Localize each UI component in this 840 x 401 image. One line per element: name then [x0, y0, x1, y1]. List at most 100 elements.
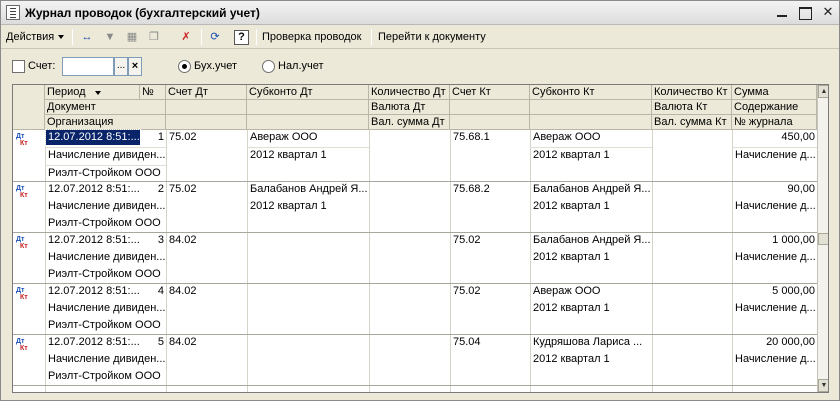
row-3-sub-kt-1[interactable]: Балабанов Андрей Я...: [531, 233, 652, 248]
row-5-sub-dt-2[interactable]: [248, 352, 369, 367]
header-cur-sum-kt[interactable]: Вал. сумма Кт: [652, 115, 732, 130]
row-5-sub-kt-1[interactable]: Кудряшова Лариса ...: [531, 335, 652, 350]
header-qty-kt[interactable]: Количество Кт: [652, 85, 732, 100]
row-1-period[interactable]: 12.07.2012 8:51:...: [45, 129, 141, 146]
radio-nal[interactable]: [262, 60, 275, 73]
row-2-period[interactable]: 12.07.2012 8:51:...: [46, 182, 140, 197]
row-2-acc-kt[interactable]: 75.68.2: [451, 182, 530, 197]
actions-menu-button[interactable]: Действия: [6, 28, 65, 46]
account-clear-button[interactable]: ×: [128, 57, 142, 76]
row-4-sub-dt-1[interactable]: [248, 284, 369, 299]
row-5-document[interactable]: Начисление дивиден...: [46, 352, 166, 367]
row-2-acc-dt[interactable]: 75.02: [167, 182, 247, 197]
row-3-organization[interactable]: Риэлт-Стройком ООО: [46, 267, 166, 282]
header-period[interactable]: Период: [45, 85, 140, 100]
row-1-sub-dt-1[interactable]: Авераж ООО: [248, 130, 369, 145]
close-button[interactable]: ✕: [819, 4, 837, 21]
row-3-acc-dt[interactable]: 84.02: [167, 233, 247, 248]
row-1-sub-kt-1[interactable]: Авераж ООО: [531, 130, 652, 145]
postings-table[interactable]: Период № Документ Организация Счет Дт Су…: [12, 84, 829, 393]
account-pick-button[interactable]: ...: [114, 57, 128, 76]
row-5-acc-kt[interactable]: 75.04: [451, 335, 530, 350]
row-4-sub-kt-2[interactable]: 2012 квартал 1: [531, 301, 652, 316]
row-1-num[interactable]: 1: [140, 130, 166, 145]
header-sub-dt[interactable]: Субконто Дт: [247, 85, 369, 100]
row-1-organization[interactable]: Риэлт-Стройком ООО: [46, 166, 166, 181]
row-3-content[interactable]: Начисление д...: [733, 250, 817, 265]
account-input[interactable]: [62, 57, 114, 76]
scroll-down-icon[interactable]: ▼: [818, 379, 828, 392]
row-4-acc-kt[interactable]: 75.02: [451, 284, 530, 299]
radio-buh[interactable]: [178, 60, 191, 73]
row-1-document[interactable]: Начисление дивиден...: [46, 148, 166, 163]
row-1-sub-dt-2[interactable]: 2012 квартал 1: [248, 148, 369, 163]
header-sub-kt[interactable]: Субконто Кт: [530, 85, 652, 100]
refresh-icon[interactable]: ⟳: [206, 28, 224, 46]
row-1-content[interactable]: Начисление д...: [733, 148, 817, 163]
fit-columns-icon[interactable]: ↔: [78, 28, 96, 46]
clear-filter-icon[interactable]: ✗: [177, 28, 195, 46]
row-2-sub-kt-1[interactable]: Балабанов Андрей Я...: [531, 182, 652, 197]
filter-list-icon[interactable]: ▦: [123, 28, 141, 46]
row-4-content[interactable]: Начисление д...: [733, 301, 817, 316]
vertical-scrollbar[interactable]: ▲ ▼: [817, 85, 828, 392]
row-3-sub-dt-2[interactable]: [248, 250, 369, 265]
row-3-sub-kt-2[interactable]: 2012 квартал 1: [531, 250, 652, 265]
row-5-sub-kt-2[interactable]: 2012 квартал 1: [531, 352, 652, 367]
header-document[interactable]: Документ: [45, 100, 166, 115]
header-acc-dt[interactable]: Счет Дт: [166, 85, 247, 100]
scroll-thumb[interactable]: [818, 233, 828, 245]
row-5-sum[interactable]: 20 000,00: [733, 335, 817, 350]
header-cur-sum-dt[interactable]: Вал. сумма Дт: [369, 115, 450, 130]
row-2-sub-dt-2[interactable]: 2012 квартал 1: [248, 199, 369, 214]
row-4-sub-dt-2[interactable]: [248, 301, 369, 316]
row-2-organization[interactable]: Риэлт-Стройком ООО: [46, 216, 166, 231]
account-checkbox[interactable]: [12, 60, 25, 73]
go-to-document-button[interactable]: Перейти к документу: [378, 28, 486, 46]
row-4-organization[interactable]: Риэлт-Стройком ООО: [46, 318, 166, 333]
row-4-document[interactable]: Начисление дивиден...: [46, 301, 166, 316]
title-bar[interactable]: Журнал проводок (бухгалтерский учет) ✕: [1, 1, 839, 25]
row-2-num[interactable]: 2: [140, 182, 166, 197]
header-cur-kt[interactable]: Валюта Кт: [652, 100, 732, 115]
row-5-organization[interactable]: Риэлт-Стройком ООО: [46, 369, 166, 384]
row-2-sub-kt-2[interactable]: 2012 квартал 1: [531, 199, 652, 214]
row-1-acc-dt[interactable]: 75.02: [167, 130, 247, 145]
header-num[interactable]: №: [140, 85, 166, 100]
header-cur-dt[interactable]: Валюта Дт: [369, 100, 450, 115]
row-4-num[interactable]: 4: [140, 284, 166, 299]
filter-icon[interactable]: ▼: [101, 28, 119, 46]
row-1-sum[interactable]: 450,00: [733, 130, 817, 145]
row-5-period[interactable]: 12.07.2012 8:51:...: [46, 335, 140, 350]
row-3-sum[interactable]: 1 000,00: [733, 233, 817, 248]
row-3-sub-dt-1[interactable]: [248, 233, 369, 248]
row-3-num[interactable]: 3: [140, 233, 166, 248]
check-postings-button[interactable]: Проверка проводок: [262, 28, 361, 46]
row-4-sub-kt-1[interactable]: Авераж ООО: [531, 284, 652, 299]
row-2-sub-dt-1[interactable]: Балабанов Андрей Я...: [248, 182, 369, 197]
row-5-acc-dt[interactable]: 84.02: [167, 335, 247, 350]
row-4-acc-dt[interactable]: 84.02: [167, 284, 247, 299]
row-2-content[interactable]: Начисление д...: [733, 199, 817, 214]
row-5-sub-dt-1[interactable]: [248, 335, 369, 350]
maximize-button[interactable]: [796, 4, 814, 21]
row-1-sub-kt-2[interactable]: 2012 квартал 1: [531, 148, 652, 163]
header-acc-kt[interactable]: Счет Кт: [450, 85, 530, 100]
row-5-num[interactable]: 5: [140, 335, 166, 350]
header-organization[interactable]: Организация: [45, 115, 166, 130]
header-journal[interactable]: № журнала: [732, 115, 817, 130]
header-qty-dt[interactable]: Количество Дт: [369, 85, 450, 100]
minimize-button[interactable]: [773, 4, 791, 21]
row-4-sum[interactable]: 5 000,00: [733, 284, 817, 299]
row-1-acc-kt[interactable]: 75.68.1: [451, 130, 530, 145]
help-icon[interactable]: ?: [234, 30, 249, 45]
copy-icon[interactable]: ❐: [145, 28, 163, 46]
header-sum[interactable]: Сумма: [732, 85, 817, 100]
header-content[interactable]: Содержание: [732, 100, 817, 115]
row-2-document[interactable]: Начисление дивиден...: [46, 199, 166, 214]
row-4-period[interactable]: 12.07.2012 8:51:...: [46, 284, 140, 299]
row-2-sum[interactable]: 90,00: [733, 182, 817, 197]
row-3-period[interactable]: 12.07.2012 8:51:...: [46, 233, 140, 248]
scroll-up-icon[interactable]: ▲: [818, 85, 828, 98]
row-3-acc-kt[interactable]: 75.02: [451, 233, 530, 248]
